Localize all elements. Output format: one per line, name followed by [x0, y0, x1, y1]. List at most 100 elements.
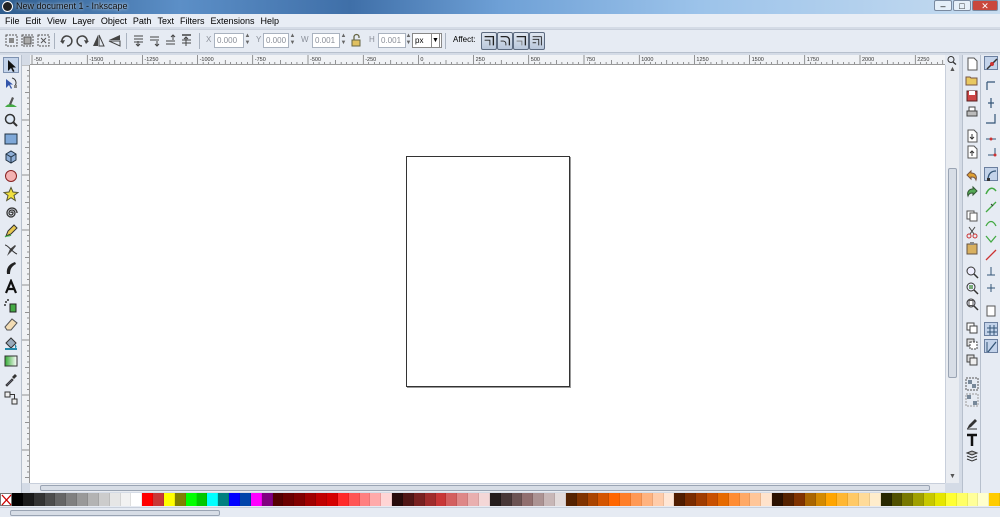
color-swatch[interactable] [587, 493, 599, 506]
snap-paths-icon[interactable] [984, 184, 998, 198]
flip-vertical-icon[interactable] [107, 33, 122, 48]
color-swatch[interactable] [196, 493, 208, 506]
menu-text[interactable]: Text [156, 16, 179, 26]
color-swatch[interactable] [66, 493, 78, 506]
print-document-icon[interactable] [965, 105, 979, 119]
color-swatch[interactable] [240, 493, 251, 506]
spiral-tool-icon[interactable] [3, 205, 19, 221]
color-swatch[interactable] [489, 493, 501, 506]
color-swatch[interactable] [696, 493, 707, 506]
menu-edit[interactable]: Edit [25, 16, 47, 26]
zoom-page-icon[interactable] [965, 297, 979, 311]
snap-line-midpoint-icon[interactable] [984, 248, 998, 262]
x-input[interactable] [214, 33, 244, 48]
color-swatch[interactable] [544, 493, 555, 506]
height-spinner[interactable]: ▲ ▼ [405, 33, 412, 48]
calligraphy-tool-icon[interactable] [3, 260, 19, 276]
selector-tool-icon[interactable] [3, 57, 19, 73]
undo-icon[interactable] [965, 169, 979, 183]
menu-path[interactable]: Path [132, 16, 157, 26]
star-tool-icon[interactable] [2, 186, 20, 202]
menu-layer[interactable]: Layer [71, 16, 100, 26]
pencil-tool-icon[interactable] [3, 223, 19, 239]
color-swatch[interactable] [413, 493, 425, 506]
color-swatch[interactable] [44, 493, 56, 506]
select-all-icon[interactable] [4, 33, 19, 48]
color-swatch[interactable] [316, 493, 327, 506]
snap-intersection-icon[interactable] [984, 200, 998, 214]
height-input[interactable] [378, 33, 406, 48]
copy-icon[interactable] [965, 209, 979, 223]
color-swatch[interactable] [576, 493, 588, 506]
color-swatch[interactable] [424, 493, 436, 506]
affect-stroke-width-button[interactable] [481, 32, 497, 50]
horizontal-scroll-thumb[interactable] [40, 485, 930, 491]
snap-cusp-nodes-icon[interactable] [984, 232, 998, 246]
group-icon[interactable] [965, 377, 979, 391]
color-swatch[interactable] [902, 493, 914, 506]
color-swatch[interactable] [326, 493, 338, 506]
color-swatch[interactable] [739, 493, 751, 506]
color-swatch[interactable] [728, 493, 740, 506]
color-swatch[interactable] [793, 493, 805, 506]
menu-help[interactable]: Help [259, 16, 284, 26]
color-swatch[interactable] [22, 493, 34, 506]
y-input[interactable] [263, 33, 289, 48]
snap-bbox-edge-icon[interactable] [984, 96, 998, 110]
color-swatch[interactable] [967, 493, 979, 506]
affect-gradients-button[interactable] [513, 32, 529, 50]
snap-midpoint-icon[interactable] [984, 128, 998, 142]
palette-scrollbar[interactable] [0, 507, 1000, 517]
ungroup-icon[interactable] [965, 393, 979, 407]
color-swatch[interactable] [598, 493, 610, 506]
snap-bbox-corner-icon[interactable] [984, 112, 998, 126]
new-document-icon[interactable] [965, 57, 979, 71]
color-swatch[interactable] [815, 493, 827, 506]
zoom-drawing-icon[interactable] [965, 281, 979, 295]
horizontal-ruler[interactable]: -50 -1500 -1250 -1000 -750 -500 -250 0 250 500 750… [30, 55, 945, 65]
gradient-tool-icon[interactable] [3, 353, 19, 369]
export-icon[interactable] [965, 145, 979, 159]
duplicate-icon[interactable] [965, 321, 979, 335]
spray-tool-icon[interactable] [3, 298, 19, 314]
rotate-cw-icon[interactable] [75, 33, 90, 48]
snap-grid-icon[interactable] [984, 322, 998, 336]
layers-icon[interactable] [965, 449, 979, 463]
color-swatch[interactable] [891, 493, 903, 506]
lower-icon[interactable] [147, 33, 162, 48]
snap-bbox-icon[interactable] [984, 79, 998, 93]
color-swatch[interactable] [707, 493, 718, 506]
rotate-ccw-icon[interactable] [59, 33, 74, 48]
color-swatch[interactable] [337, 493, 349, 506]
maximize-button[interactable]: □ [953, 0, 971, 11]
flip-horizontal-icon[interactable] [91, 33, 106, 48]
color-swatch[interactable] [370, 493, 382, 506]
rectangle-tool-icon[interactable] [3, 131, 19, 147]
color-swatch[interactable] [924, 493, 936, 506]
color-swatch[interactable] [837, 493, 849, 506]
color-swatch[interactable] [717, 493, 729, 506]
color-swatch[interactable] [859, 493, 870, 506]
color-swatch[interactable] [283, 493, 295, 506]
menu-filters[interactable]: Filters [179, 16, 210, 26]
snap-rotation-center-icon[interactable] [984, 280, 998, 294]
node-tool-icon[interactable] [3, 76, 19, 92]
raise-icon[interactable] [163, 33, 178, 48]
color-swatch[interactable] [826, 493, 838, 506]
color-swatch[interactable] [131, 493, 143, 506]
color-swatch[interactable] [33, 493, 45, 506]
color-swatch[interactable] [663, 493, 675, 506]
y-spinner[interactable]: ▲ ▼ [289, 33, 296, 48]
menu-extensions[interactable]: Extensions [209, 16, 259, 26]
eraser-tool-icon[interactable] [3, 316, 19, 332]
color-swatch[interactable] [522, 493, 534, 506]
close-button[interactable]: ✕ [972, 0, 998, 11]
affect-rounded-corners-button[interactable] [497, 32, 513, 50]
color-swatch[interactable] [772, 493, 784, 506]
color-swatch[interactable] [98, 493, 110, 506]
tweak-tool-icon[interactable] [3, 94, 19, 110]
color-swatch[interactable] [620, 493, 631, 506]
color-swatch[interactable] [880, 493, 892, 506]
color-swatch[interactable] [565, 493, 577, 506]
scroll-up-icon[interactable]: ▲ [949, 66, 956, 73]
